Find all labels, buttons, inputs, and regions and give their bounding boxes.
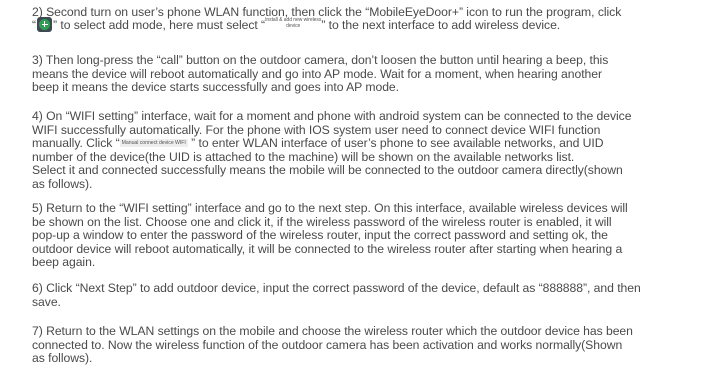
step-5-line-4: outdoor device will reboot automatically…: [32, 241, 623, 256]
step-7: 7) Return to the WLAN settings on the mo…: [32, 324, 633, 366]
step-4-line-3: manually. Click “Manual connect device W…: [32, 136, 604, 151]
step-2: 2) Second turn on user’s phone WLAN func…: [32, 5, 621, 34]
step-2-line-2-c: ” to the next interface to add wireless …: [321, 17, 561, 32]
step-5-line-1: 5) Return to the “WIFI setting” interfac…: [32, 201, 628, 215]
step-4: 4) On “WIFI setting” interface, wait for…: [32, 109, 632, 192]
step-3: 3) Then long-press the “call” button on …: [32, 53, 609, 95]
step-4-line-6: as follows).: [32, 176, 93, 191]
plus-circle-icon: [37, 16, 53, 32]
instruction-document: 2) Second turn on user’s phone WLAN func…: [0, 0, 702, 392]
step-6: 6) Click “Next Step” to add outdoor devi…: [32, 281, 641, 309]
step-3-line-3: beep it means the device starts successf…: [32, 80, 399, 95]
step-5-line-2: be shown on the list. Choose one and cli…: [32, 214, 612, 229]
step-7-line-2: connected to. Now the wireless function …: [32, 337, 623, 352]
step-4-line-2: WIFI successfully automatically. For the…: [32, 122, 601, 137]
step-3-line-1: 3) Then long-press the “call” button on …: [32, 53, 609, 67]
step-5-line-5: beep again.: [32, 255, 96, 270]
step-7-line-3: as follows).: [32, 351, 93, 366]
step-7-line-1: 7) Return to the WLAN settings on the mo…: [32, 324, 633, 338]
step-5: 5) Return to the “WIFI setting” interfac…: [32, 201, 628, 270]
step-2-line-2-a: “: [32, 17, 37, 32]
manual-connect-device-wifi-button: Manual connect device WIFI: [119, 138, 188, 147]
step-2-line-2: “ ” to select add mode, here must select …: [32, 16, 621, 34]
step-6-line-2: save.: [32, 294, 61, 309]
step-4-line-4: number of the device(the UID is attached…: [32, 149, 575, 164]
step-2-line-2-b: ” to select add mode, here must select “: [53, 17, 266, 32]
step-3-line-2: means the device will reboot automatical…: [32, 66, 603, 81]
install-add-wireless-device-button: Install & add new wireless device: [265, 17, 322, 29]
step-4-line-5: Select it and connected successfully mea…: [32, 163, 623, 178]
step-4-line-1: 4) On “WIFI setting” interface, wait for…: [32, 109, 632, 123]
step-6-line-1: 6) Click “Next Step” to add outdoor devi…: [32, 281, 641, 295]
step-5-line-3: pop-up a window to enter the password of…: [32, 228, 608, 243]
